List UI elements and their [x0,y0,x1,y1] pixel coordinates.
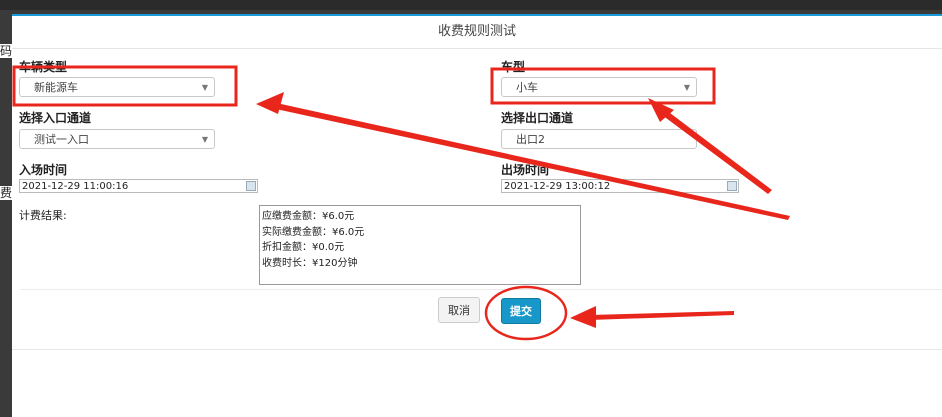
entry-time-value: 2021-12-29 11:00:16 [22,181,129,192]
chevron-down-icon: ▼ [201,83,208,92]
result-line: 折扣金额：¥0.0元 [262,242,345,253]
background-text-fragment: 码 [0,44,12,58]
result-textarea[interactable]: 应缴费金额：¥6.0元 实际缴费金额：¥6.0元 折扣金额：¥0.0元 收费时长… [259,205,581,285]
dialog-title: 收费规则测试 [12,16,942,49]
submit-button[interactable]: 提交 [501,298,541,324]
entry-channel-select[interactable]: 测试一入口 ▼ [19,129,215,149]
result-line: 收费时长：¥120分钟 [262,257,358,269]
chevron-down-icon: ▼ [683,83,690,92]
exit-time-value: 2021-12-29 13:00:12 [504,181,611,192]
entry-channel-value: 测试一入口 [34,133,89,146]
divider [20,289,942,290]
vehicle-type-select[interactable]: 新能源车 ▼ [19,77,215,97]
exit-time-input[interactable]: 2021-12-29 13:00:12 [501,179,739,193]
car-model-label: 车型 [501,60,526,74]
background-top-bar [0,0,942,10]
entry-time-input[interactable]: 2021-12-29 11:00:16 [19,179,258,193]
calendar-icon[interactable] [246,181,256,191]
vehicle-type-label: 车辆类型 [19,60,68,74]
exit-time-label: 出场时间 [501,163,550,177]
cancel-button[interactable]: 取消 [438,297,480,323]
result-line: 应缴费金额：¥6.0元 [262,211,355,222]
vehicle-type-value: 新能源车 [34,81,78,94]
result-line: 实际缴费金额：¥6.0元 [262,226,365,238]
chevron-down-icon: ▼ [201,135,208,144]
background-text-fragment: 费 [0,186,12,200]
entry-channel-label: 选择入口通道 [19,111,92,125]
car-model-select[interactable]: 小车 ▼ [501,77,697,97]
calendar-icon[interactable] [727,181,737,191]
car-model-value: 小车 [516,81,538,94]
divider [12,349,942,350]
exit-channel-input[interactable]: 出口2 [501,129,697,149]
result-label: 计费结果: [19,209,67,222]
charging-rule-test-dialog: 收费规则测试 车辆类型 新能源车 ▼ 车型 小车 ▼ 选择入口通道 测试一入口 … [12,14,942,417]
exit-channel-label: 选择出口通道 [501,111,574,125]
exit-channel-value: 出口2 [516,133,545,146]
entry-time-label: 入场时间 [19,163,68,177]
